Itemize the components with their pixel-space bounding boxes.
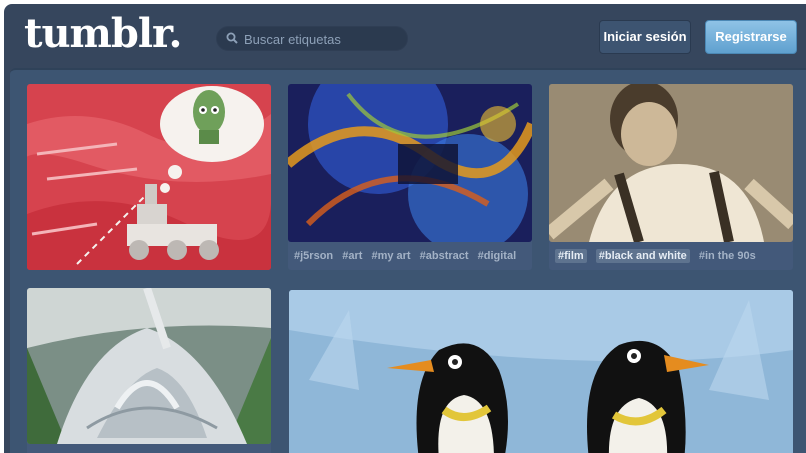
post-card[interactable]: [27, 288, 271, 453]
tag[interactable]: #abstract: [420, 250, 469, 262]
tumblr-window: tumblr. Iniciar sesión Registrarse: [4, 4, 806, 453]
tag[interactable]: #in the 90s: [699, 250, 756, 262]
post-card[interactable]: [27, 84, 271, 270]
post-card[interactable]: #j5rson #art #my art #abstract #digital: [288, 84, 532, 270]
tumblr-logo[interactable]: tumblr.: [24, 10, 182, 57]
post-image-penguins-painting[interactable]: [289, 290, 793, 453]
post-tags: #j5rson #art #my art #abstract #digital: [294, 250, 522, 262]
tag[interactable]: #my art: [371, 250, 410, 262]
post-image-rover-painting[interactable]: [27, 84, 271, 270]
post-image-abstract-art[interactable]: [288, 84, 532, 242]
tag[interactable]: #film: [555, 249, 587, 263]
post-tags: #film #black and white #in the 90s: [555, 249, 762, 263]
post-image-sepia-photo[interactable]: [549, 84, 793, 242]
tag-search-box[interactable]: [216, 26, 408, 51]
tag[interactable]: #black and white: [595, 249, 690, 263]
top-bar: tumblr. Iniciar sesión Registrarse: [4, 4, 806, 68]
tag[interactable]: #j5rson: [294, 250, 333, 262]
explore-grid: #j5rson #art #my art #abstract #digital …: [10, 68, 806, 453]
post-image-architecture[interactable]: [27, 288, 271, 444]
register-button[interactable]: Registrarse: [705, 20, 797, 54]
post-card[interactable]: [289, 290, 793, 453]
tag[interactable]: #digital: [478, 250, 517, 262]
search-icon: [226, 32, 238, 44]
login-button[interactable]: Iniciar sesión: [599, 20, 691, 54]
search-input[interactable]: [244, 29, 404, 49]
tag[interactable]: #art: [342, 250, 362, 262]
post-card[interactable]: #film #black and white #in the 90s: [549, 84, 793, 270]
